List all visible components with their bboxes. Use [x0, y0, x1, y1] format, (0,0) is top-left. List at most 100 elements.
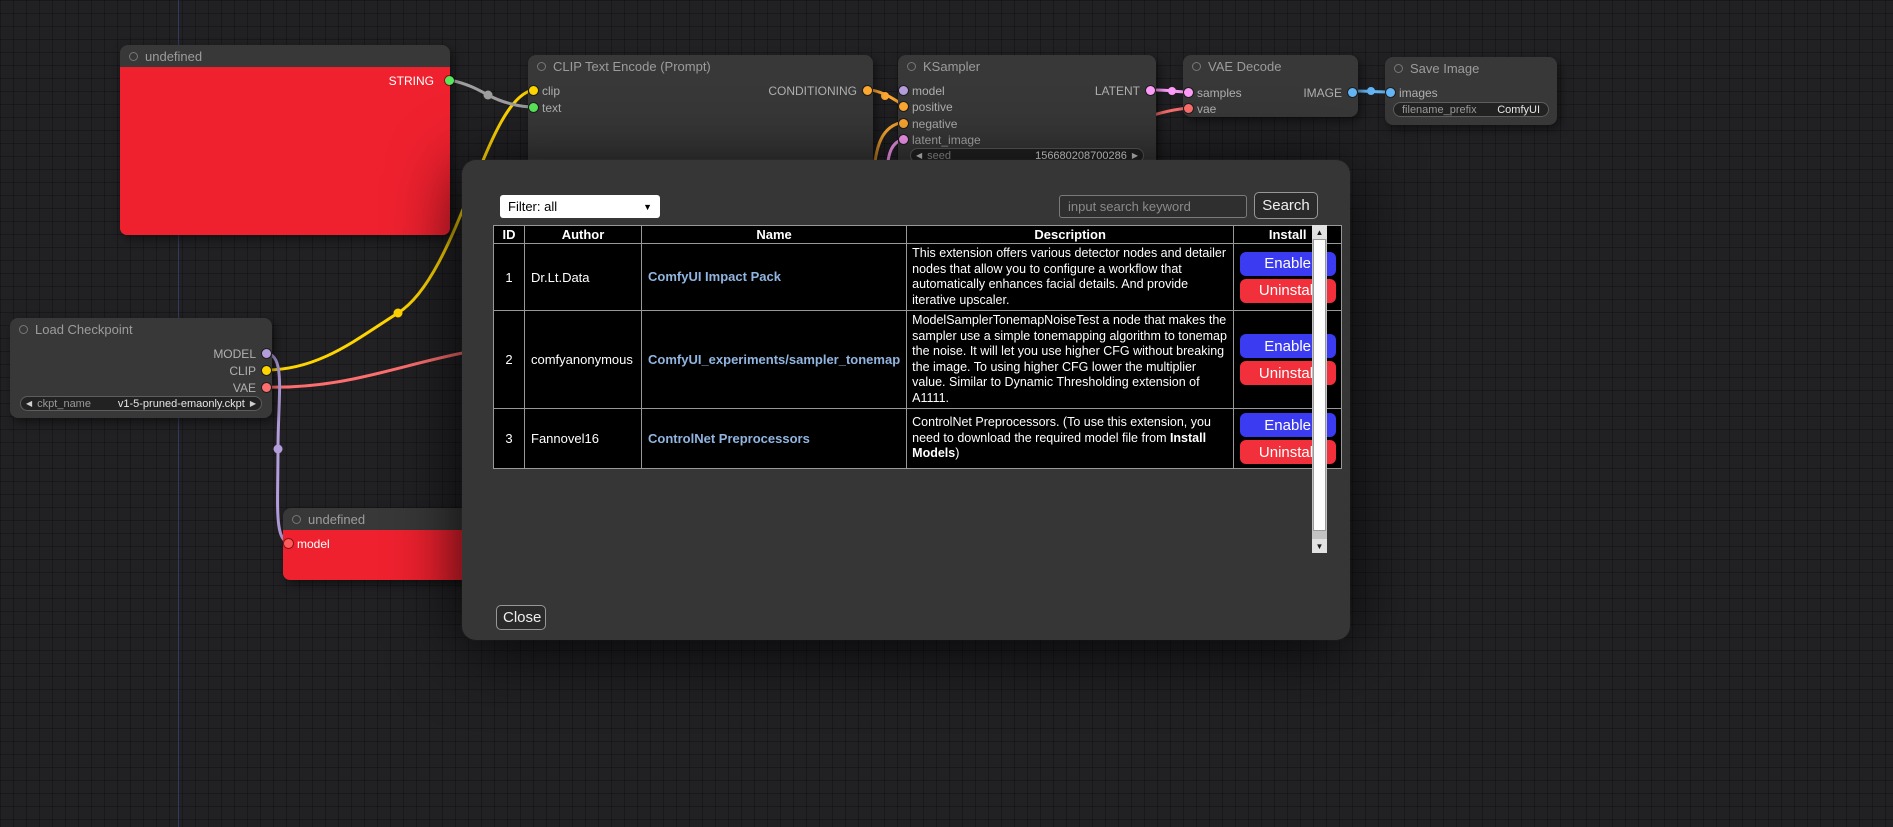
input-label-latent-image: latent_image [912, 133, 981, 147]
output-slot-image[interactable] [1348, 88, 1357, 97]
input-slot-model[interactable] [899, 86, 908, 95]
extension-description: ControlNet Preprocessors. (To use this e… [907, 409, 1234, 469]
output-label-image: IMAGE [1303, 86, 1342, 100]
search-button[interactable]: Search [1254, 192, 1318, 219]
scroll-down-icon[interactable]: ▼ [1312, 539, 1327, 553]
header-name: Name [642, 226, 907, 244]
node-title: Save Image [1410, 61, 1479, 76]
custom-nodes-manager-dialog: Filter: all ▼ Search ID Author Name Desc… [462, 160, 1350, 640]
filter-dropdown-value: Filter: all [508, 199, 557, 214]
extension-id: 2 [494, 311, 525, 409]
output-label-latent: LATENT [1095, 84, 1140, 98]
node-title-bar[interactable]: CLIP Text Encode (Prompt) [528, 55, 873, 77]
filename-prefix-widget[interactable]: filename_prefix ComfyUI [1393, 102, 1549, 117]
input-label-images: images [1399, 86, 1438, 100]
table-row: 2 comfyanonymous ComfyUI_experiments/sam… [494, 311, 1342, 409]
output-slot-conditioning[interactable] [863, 86, 872, 95]
scrollbar-thumb[interactable] [1313, 239, 1326, 531]
search-input[interactable] [1059, 195, 1247, 218]
input-slot-vae[interactable] [1184, 104, 1193, 113]
collapse-dot-icon[interactable] [1192, 62, 1201, 71]
ckpt-widget-value: v1-5-pruned-emaonly.ckpt [118, 398, 245, 410]
close-button[interactable]: Close [496, 605, 546, 630]
collapse-dot-icon[interactable] [907, 62, 916, 71]
input-slot-clip[interactable] [529, 86, 538, 95]
output-label-string: STRING [389, 74, 434, 88]
collapse-dot-icon[interactable] [1394, 64, 1403, 73]
node-title-bar[interactable]: VAE Decode [1183, 55, 1358, 77]
output-slot-latent[interactable] [1146, 86, 1155, 95]
input-slot-images[interactable] [1386, 88, 1395, 97]
node-vae-decode[interactable]: VAE Decode samples vae IMAGE [1183, 55, 1358, 117]
node-title-bar[interactable]: Save Image [1385, 57, 1557, 79]
output-label-vae: VAE [233, 381, 256, 395]
input-slot-model[interactable] [284, 539, 293, 548]
input-slot-text[interactable] [529, 103, 538, 112]
input-slot-samples[interactable] [1184, 88, 1193, 97]
header-id: ID [494, 226, 525, 244]
extension-id: 3 [494, 409, 525, 469]
widget-right-arrow-icon[interactable]: ▶ [245, 399, 261, 408]
extensions-table: ID Author Name Description Install 1 Dr.… [493, 225, 1342, 469]
output-label-model: MODEL [213, 347, 256, 361]
filename-widget-label: filename_prefix [1394, 104, 1477, 116]
input-slot-latent-image[interactable] [899, 135, 908, 144]
input-label-negative: negative [912, 117, 957, 131]
widget-left-arrow-icon[interactable]: ◀ [21, 399, 37, 408]
input-label-model: model [297, 537, 330, 551]
output-slot-vae[interactable] [262, 383, 271, 392]
widget-left-arrow-icon[interactable]: ◀ [911, 151, 927, 160]
node-title: CLIP Text Encode (Prompt) [553, 59, 711, 74]
table-scrollbar[interactable]: ▲ ▼ [1312, 225, 1327, 553]
output-slot-string[interactable] [445, 76, 454, 85]
node-title: undefined [145, 49, 202, 64]
ckpt-widget-label: ckpt_name [37, 398, 91, 410]
extension-description: This extension offers various detector n… [907, 244, 1234, 311]
node-save-image[interactable]: Save Image images filename_prefix ComfyU… [1385, 57, 1557, 125]
filename-widget-value: ComfyUI [1497, 104, 1548, 116]
collapse-dot-icon[interactable] [19, 325, 28, 334]
scroll-up-icon[interactable]: ▲ [1312, 225, 1327, 239]
output-label-conditioning: CONDITIONING [768, 84, 857, 98]
extension-author: Dr.Lt.Data [525, 244, 642, 311]
node-title: VAE Decode [1208, 59, 1281, 74]
collapse-dot-icon[interactable] [292, 515, 301, 524]
node-title-bar[interactable]: undefined [120, 45, 450, 67]
input-label-text: text [542, 101, 561, 115]
output-slot-clip[interactable] [262, 366, 271, 375]
node-title-bar[interactable]: Load Checkpoint [10, 318, 272, 340]
node-title: undefined [308, 512, 365, 527]
filter-dropdown[interactable]: Filter: all ▼ [500, 195, 660, 218]
node-graph-canvas[interactable]: undefined STRING CLIP Text Encode (Promp… [0, 0, 1893, 827]
node-load-checkpoint[interactable]: Load Checkpoint MODEL CLIP VAE ◀ ckpt_na… [10, 318, 272, 418]
node-title: KSampler [923, 59, 980, 74]
collapse-dot-icon[interactable] [129, 52, 138, 61]
ckpt-name-widget[interactable]: ◀ ckpt_name v1-5-pruned-emaonly.ckpt ▶ [20, 396, 262, 411]
node-title-bar[interactable]: KSampler [898, 55, 1156, 77]
table-row: 3 Fannovel16 ControlNet Preprocessors Co… [494, 409, 1342, 469]
extension-id: 1 [494, 244, 525, 311]
input-label-model: model [912, 84, 945, 98]
table-row: 1 Dr.Lt.Data ComfyUI Impact Pack This ex… [494, 244, 1342, 311]
output-slot-model[interactable] [262, 349, 271, 358]
extension-author: comfyanonymous [525, 311, 642, 409]
table-header-row: ID Author Name Description Install [494, 226, 1342, 244]
input-label-positive: positive [912, 100, 953, 114]
extension-author: Fannovel16 [525, 409, 642, 469]
node-undefined-top[interactable]: undefined STRING [120, 45, 450, 235]
input-slot-positive[interactable] [899, 102, 908, 111]
extension-link[interactable]: ControlNet Preprocessors [648, 431, 810, 446]
chevron-down-icon: ▼ [643, 202, 652, 212]
extension-link[interactable]: ComfyUI_experiments/sampler_tonemap [648, 352, 900, 367]
header-description: Description [907, 226, 1234, 244]
output-label-clip: CLIP [229, 364, 256, 378]
error-node-body [120, 67, 450, 235]
extension-link[interactable]: ComfyUI Impact Pack [648, 269, 781, 284]
widget-right-arrow-icon[interactable]: ▶ [1127, 151, 1143, 160]
input-label-vae: vae [1197, 102, 1216, 116]
collapse-dot-icon[interactable] [537, 62, 546, 71]
input-label-clip: clip [542, 84, 560, 98]
node-title: Load Checkpoint [35, 322, 133, 337]
input-slot-negative[interactable] [899, 119, 908, 128]
extension-description: ModelSamplerTonemapNoiseTest a node that… [907, 311, 1234, 409]
